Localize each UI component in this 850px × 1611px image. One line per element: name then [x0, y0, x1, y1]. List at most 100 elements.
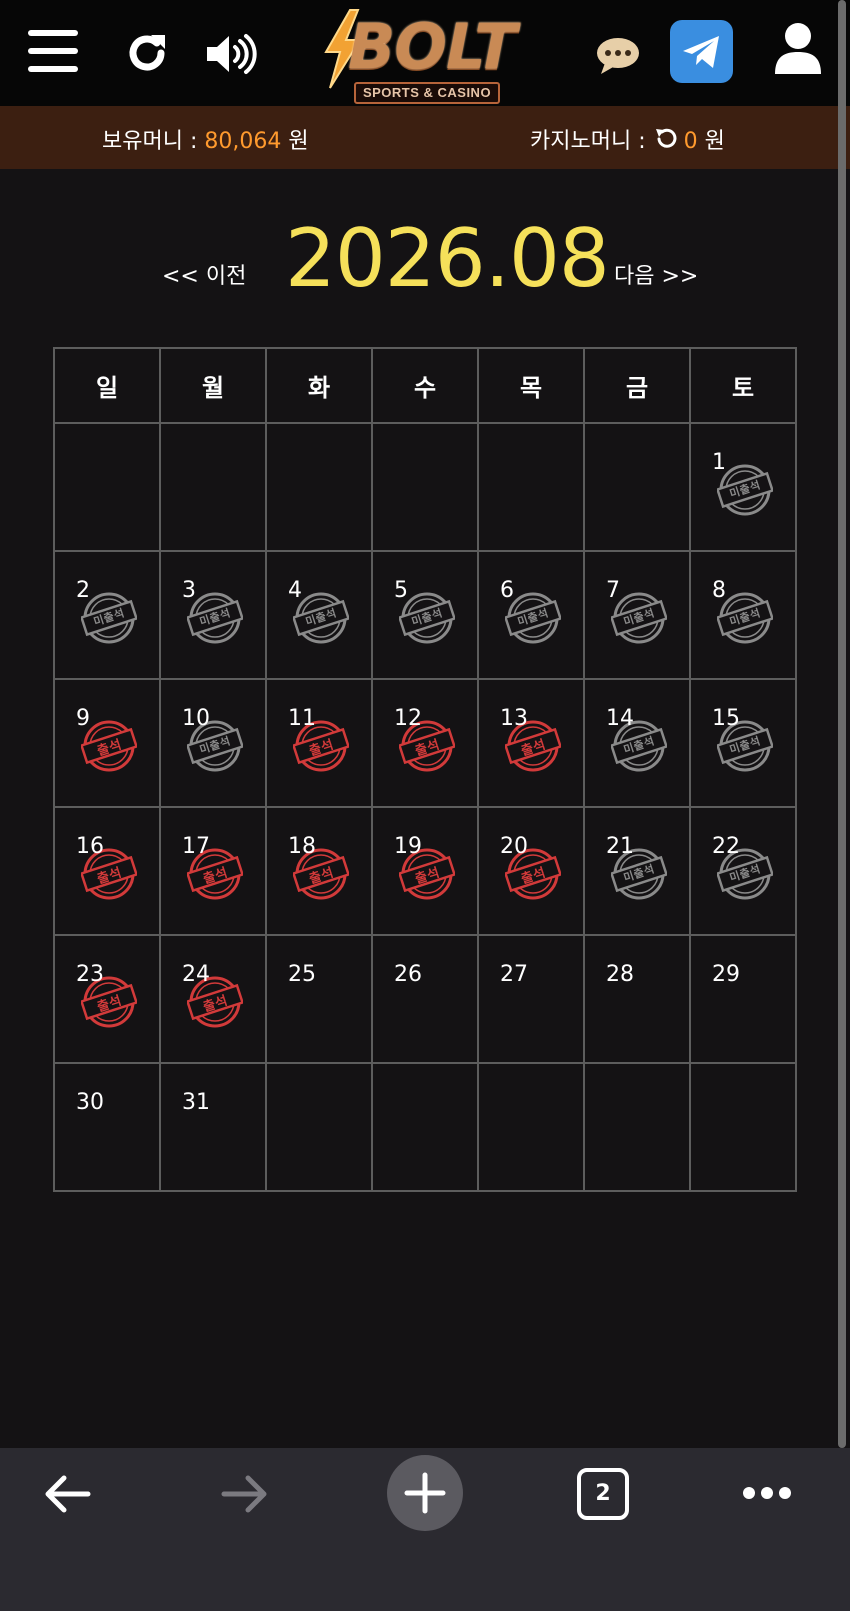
day-number: 4 [288, 578, 302, 603]
day-number: 2 [76, 578, 90, 603]
balance-bar: 보유머니 : 80,064 원 카지노머니 : 0 원 [0, 106, 850, 169]
logo-text: BOLT [348, 10, 516, 83]
day-number: 14 [606, 706, 634, 731]
day-number: 18 [288, 834, 316, 859]
calendar-day-cell: 미출석 4 [265, 550, 373, 680]
calendar-day-cell [371, 1062, 479, 1192]
tabs-icon[interactable]: 2 [577, 1468, 629, 1520]
day-number: 5 [394, 578, 408, 603]
calendar-day-cell: 미출석 7 [583, 550, 691, 680]
casino-balance: 카지노머니 : 0 원 [530, 123, 725, 155]
calendar-day-cell: 미출석 10 [159, 678, 267, 808]
calendar-day-cell [265, 1062, 373, 1192]
casino-unit: 원 [704, 129, 725, 154]
day-number: 31 [182, 1090, 210, 1115]
calendar-day-cell: 30 [53, 1062, 161, 1192]
day-number: 16 [76, 834, 104, 859]
day-number: 21 [606, 834, 634, 859]
calendar-day-cell: 미출석 21 [583, 806, 691, 936]
calendar-day-cell [477, 422, 585, 552]
day-number: 6 [500, 578, 514, 603]
prev-month-link[interactable]: << 이전 [162, 258, 246, 290]
day-number: 25 [288, 962, 316, 987]
calendar-body: 미출석 1 미출석 2 미출석 3 미출석 4 미출석 5 미출석 6 미출석 7 미출석 8 출석 9 미출석 10… [53, 422, 797, 1192]
weekday-header: 화 [265, 347, 373, 424]
calendar-day-cell [583, 1062, 691, 1192]
money-label: 보유머니 : [102, 129, 198, 154]
page-scrollbar[interactable] [838, 0, 846, 1448]
money-unit: 원 [288, 129, 309, 154]
calendar-day-cell: 미출석 22 [689, 806, 797, 936]
day-number: 3 [182, 578, 196, 603]
calendar-day-cell [371, 422, 479, 552]
next-month-link[interactable]: 다음 >> [614, 258, 698, 290]
calendar-day-cell: 출석 23 [53, 934, 161, 1064]
calendar-week-row: 출석 16 출석 17 출석 18 출석 19 출석 20 미출석 21 미출석 22 [53, 806, 797, 936]
tab-count: 2 [595, 1481, 611, 1506]
calendar-day-cell [159, 422, 267, 552]
calendar-day-cell: 출석 16 [53, 806, 161, 936]
day-number: 29 [712, 962, 740, 987]
calendar-day-cell: 출석 18 [265, 806, 373, 936]
telegram-icon[interactable] [670, 20, 733, 83]
back-arrow-icon[interactable] [42, 1472, 92, 1516]
weekday-header: 금 [583, 347, 691, 424]
calendar-day-cell: 29 [689, 934, 797, 1064]
day-number: 8 [712, 578, 726, 603]
weekday-row: 일월화수목금토 [53, 347, 797, 424]
calendar-day-cell: 미출석 14 [583, 678, 691, 808]
casino-value: 0 [683, 129, 698, 154]
day-number: 17 [182, 834, 210, 859]
day-number: 1 [712, 450, 726, 475]
calendar-day-cell: 출석 9 [53, 678, 161, 808]
user-icon[interactable] [773, 22, 823, 76]
menu-icon[interactable] [28, 30, 78, 72]
calendar-day-cell: 미출석 15 [689, 678, 797, 808]
calendar-day-cell: 출석 13 [477, 678, 585, 808]
calendar-day-cell: 출석 12 [371, 678, 479, 808]
calendar-week-row: 출석 9 미출석 10 출석 11 출석 12 출석 13 미출석 14 미출석 15 [53, 678, 797, 808]
calendar-day-cell [265, 422, 373, 552]
day-number: 19 [394, 834, 422, 859]
forward-arrow-icon[interactable] [220, 1472, 270, 1516]
calendar-week-row: 미출석 1 [53, 422, 797, 552]
casino-refresh-icon[interactable] [653, 128, 677, 150]
day-number: 26 [394, 962, 422, 987]
bolt-logo[interactable]: BOLT SPORTS & CASINO [320, 6, 530, 104]
refresh-icon[interactable] [124, 30, 170, 76]
calendar-day-cell [689, 1062, 797, 1192]
day-number: 11 [288, 706, 316, 731]
attendance-calendar: 일월화수목금토 미출석 1 미출석 2 미출석 3 미출석 4 미출석 5 미출석 6 미출석 7 미출석 8… [53, 347, 797, 1192]
chat-icon[interactable] [595, 36, 641, 76]
calendar-day-cell: 출석 17 [159, 806, 267, 936]
calendar-day-cell: 25 [265, 934, 373, 1064]
calendar-week-row: 30 31 [53, 1062, 797, 1192]
money-balance: 보유머니 : 80,064 원 [102, 123, 309, 155]
calendar-day-cell: 27 [477, 934, 585, 1064]
weekday-header: 일 [53, 347, 161, 424]
calendar-day-cell: 미출석 1 [689, 422, 797, 552]
day-number: 9 [76, 706, 90, 731]
day-number: 22 [712, 834, 740, 859]
calendar-day-cell: 미출석 2 [53, 550, 161, 680]
day-number: 15 [712, 706, 740, 731]
weekday-header: 수 [371, 347, 479, 424]
logo-subtitle: SPORTS & CASINO [354, 82, 500, 104]
calendar-day-cell: 26 [371, 934, 479, 1064]
calendar-day-cell: 31 [159, 1062, 267, 1192]
sound-icon[interactable] [205, 32, 257, 76]
day-number: 23 [76, 962, 104, 987]
new-tab-icon[interactable] [386, 1454, 464, 1532]
calendar-day-cell: 미출석 8 [689, 550, 797, 680]
calendar-day-cell [583, 422, 691, 552]
more-icon[interactable] [742, 1486, 792, 1500]
calendar-day-cell: 미출석 3 [159, 550, 267, 680]
calendar-day-cell [477, 1062, 585, 1192]
money-value: 80,064 [204, 129, 282, 154]
calendar-day-cell: 미출석 6 [477, 550, 585, 680]
day-number: 12 [394, 706, 422, 731]
calendar-week-row: 출석 23 출석 24 25 26 27 28 29 [53, 934, 797, 1064]
calendar-day-cell: 출석 24 [159, 934, 267, 1064]
day-number: 10 [182, 706, 210, 731]
top-bar: BOLT SPORTS & CASINO [0, 0, 850, 106]
